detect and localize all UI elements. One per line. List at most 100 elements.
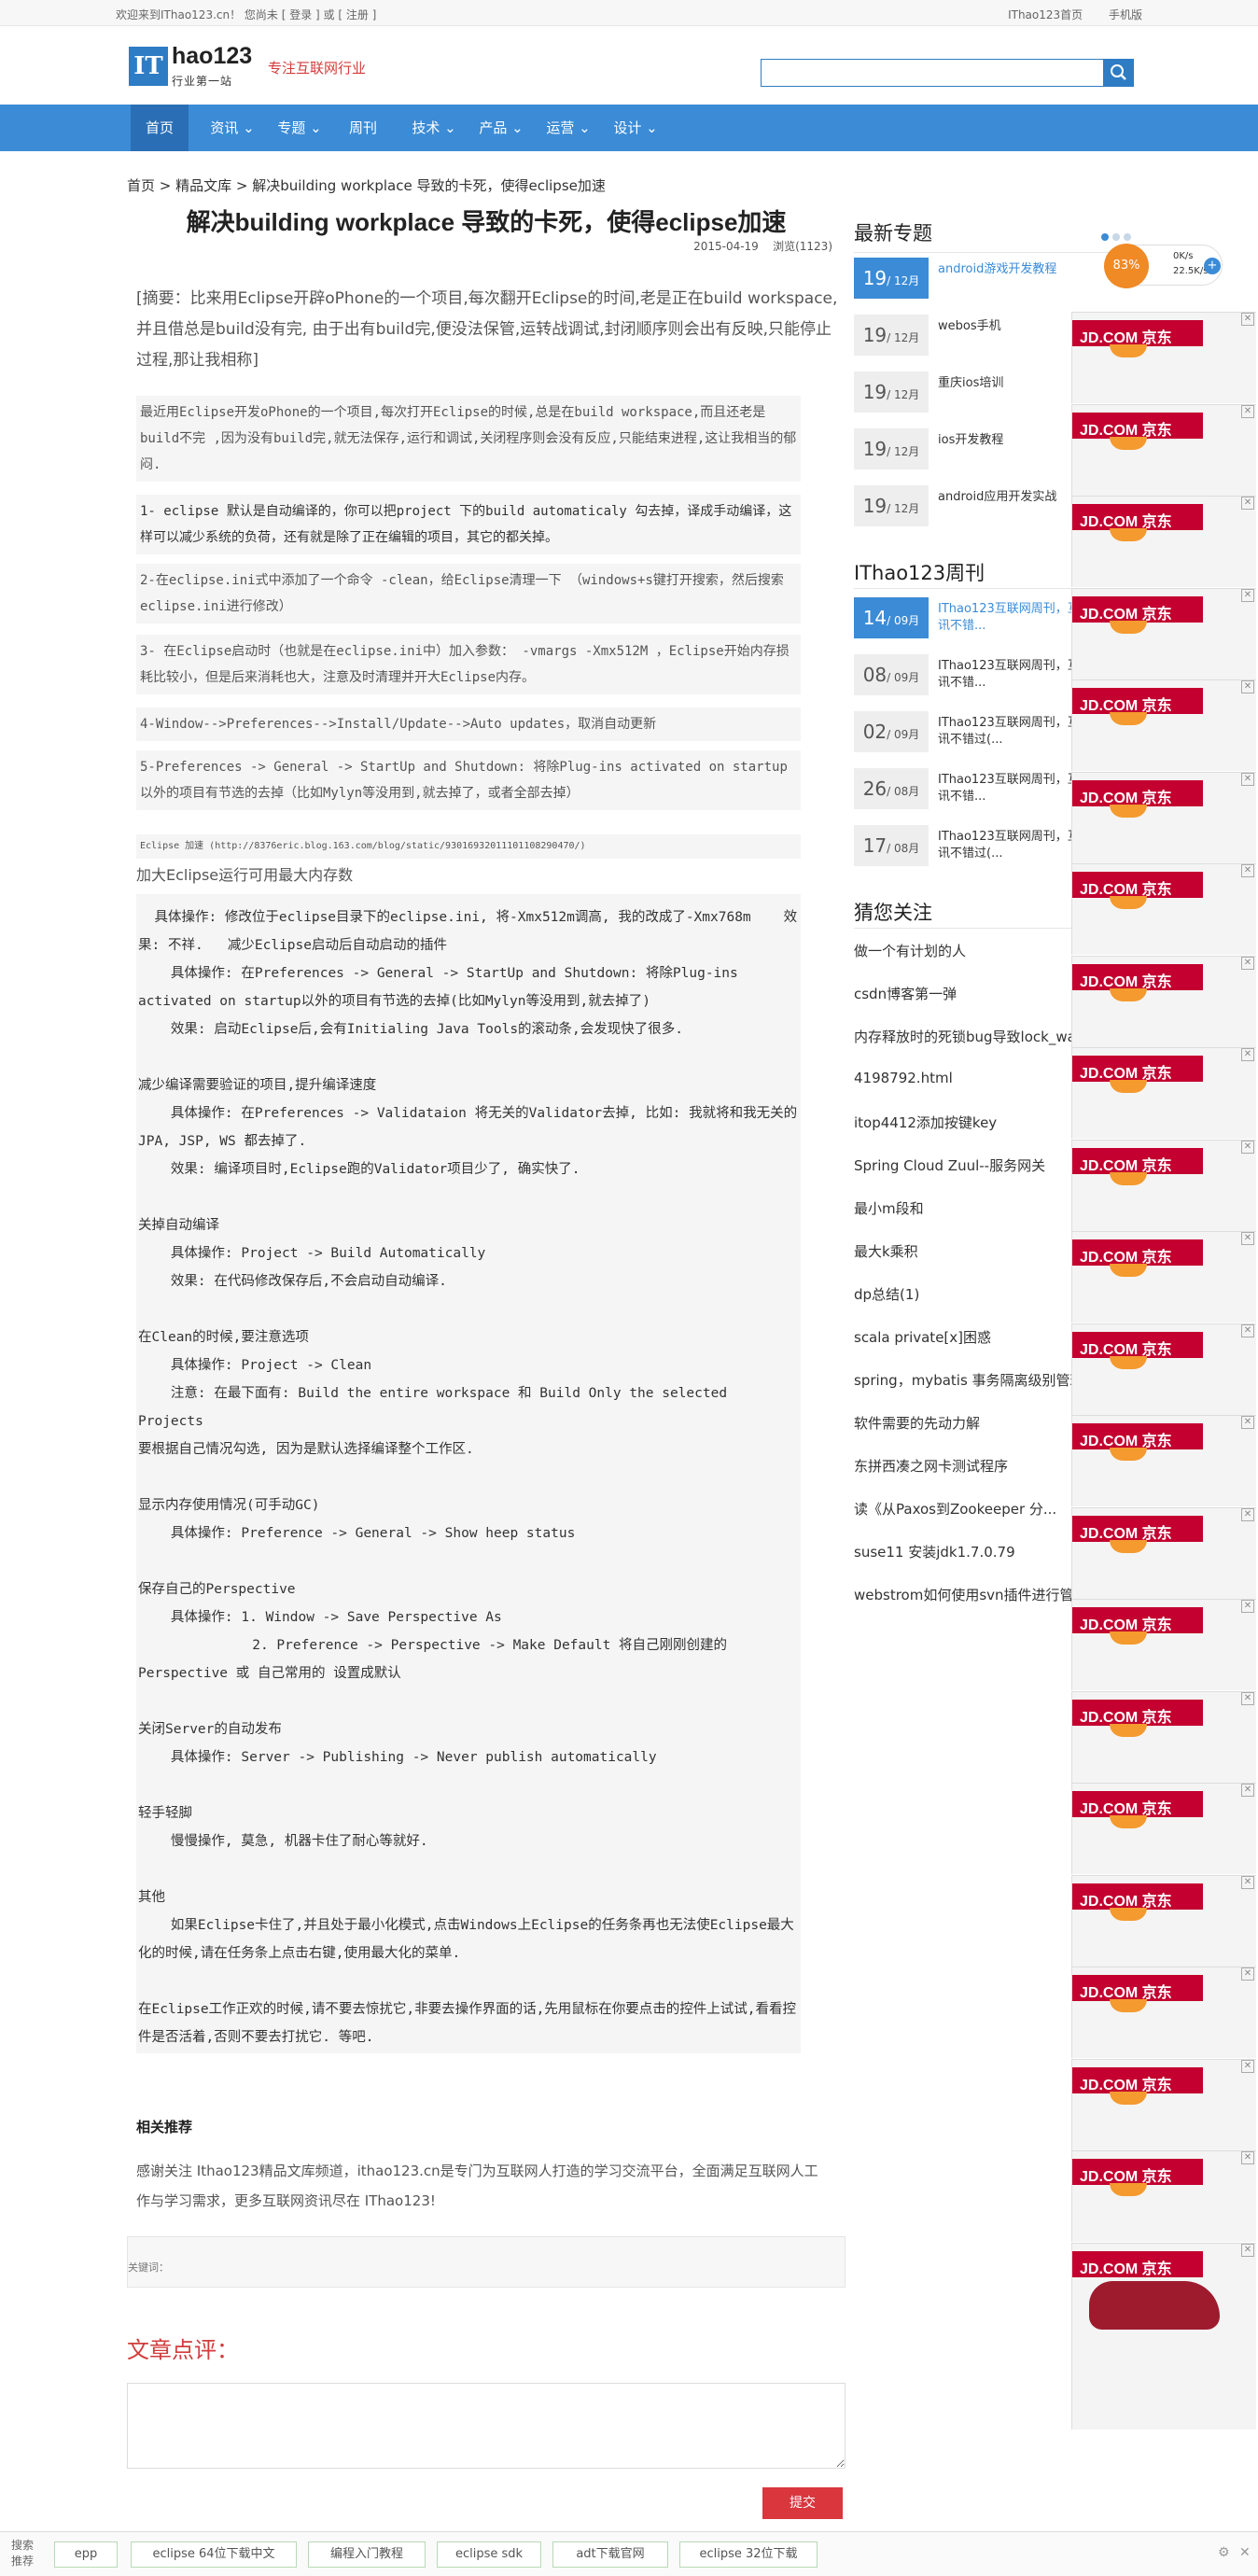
keywords-box: 关键词： [127,2236,846,2288]
jd-ad[interactable]: JD.COM 京东 ✕ [1071,588,1256,679]
comment-input[interactable] [127,2383,846,2469]
breadcrumb[interactable]: 首页 > 精品文库 > 解决building workplace 导致的卡死，使… [127,175,606,195]
mobile-link[interactable]: 手机版 [1109,8,1142,21]
jd-ad[interactable]: JD.COM 京东 ✕ [1071,1967,1256,2058]
source-link[interactable]: Eclipse 加速 (http://8376eric.blog.163.com… [136,834,801,859]
nav-product[interactable]: 产品 ⌄ [472,105,530,151]
jd-ad[interactable]: JD.COM 京东 ✕ [1071,2059,1256,2150]
logo-mark[interactable]: IT [129,47,168,86]
submit-button[interactable]: 提交 [762,2487,843,2519]
jd-ad[interactable]: JD.COM 京东 ✕ [1071,1691,1256,1783]
nav-home[interactable]: 首页 [131,105,189,151]
jd-ad[interactable]: JD.COM 京东 ✕ [1071,1140,1256,1231]
paragraph-6: 5-Preferences -> General -> StartUp and … [136,750,801,810]
jd-ad[interactable]: JD.COM 京东 ✕ [1071,956,1256,1047]
jd-logo: JD.COM 京东 [1072,1700,1203,1726]
chevron-down-icon: ⌄ [511,119,524,136]
recommend-tag[interactable]: epp [54,2541,118,2568]
close-icon[interactable]: ✕ [1241,405,1254,418]
welcome-text[interactable]: 欢迎来到IThao123.cn！ 您尚未 [ 登录 ] 或 [ 注册 ] [116,7,376,22]
close-icon[interactable]: ✕ [1241,2244,1254,2257]
chevron-down-icon: ⌄ [444,119,456,136]
nav-news[interactable]: 资讯 ⌄ [203,105,261,151]
jd-ad[interactable]: JD.COM 京东 ✕ [1071,1231,1256,1323]
shoe-image [1110,528,1147,541]
article-summary: [摘要：比来用Eclipse开辟oPhone的一个项目,每次翻开Eclipse的… [136,289,838,370]
nav-tech[interactable]: 技术 ⌄ [405,105,463,151]
jd-ad[interactable]: JD.COM 京东 ✕ [1071,1783,1256,1874]
shoe-image [1110,621,1147,634]
close-icon[interactable]: ✕ [1241,680,1254,693]
shoe-image [1110,1908,1147,1921]
search-input[interactable] [761,59,1104,87]
search-recommend-bar: 搜索推荐 epp eclipse 64位下载中文 编程入门教程 eclipse … [0,2531,1258,2576]
shoe-image [1110,1080,1147,1093]
jd-ad[interactable]: JD.COM 京东 ✕ [1071,2243,1256,2429]
jd-ad[interactable]: JD.COM 京东 ✕ [1071,679,1256,771]
close-icon[interactable]: ✕ [1241,1784,1254,1797]
jd-logo: JD.COM 京东 [1072,1607,1203,1633]
jd-logo: JD.COM 京东 [1072,1239,1203,1266]
close-icon[interactable]: ✕ [1241,1692,1254,1705]
shoe-image [1110,712,1147,725]
shoe-image [1110,988,1147,1001]
close-icon[interactable]: ✕ [1239,2545,1251,2560]
recommend-tag[interactable]: eclipse 32位下载 [679,2541,818,2568]
topic-item[interactable]: 19/ 12月 android游戏开发教程 [854,258,1125,299]
home-link[interactable]: IThao123首页 [1008,8,1083,21]
close-icon[interactable]: ✕ [1241,2151,1254,2164]
close-icon[interactable]: ✕ [1241,1416,1254,1429]
shoe-image [1110,1724,1147,1737]
jd-ad[interactable]: JD.COM 京东 ✕ [1071,404,1256,496]
jd-ad[interactable]: JD.COM 京东 ✕ [1071,772,1256,863]
jd-ad[interactable]: JD.COM 京东 ✕ [1071,496,1256,587]
jd-ad[interactable]: JD.COM 京东 ✕ [1071,1323,1256,1415]
close-icon[interactable]: ✕ [1241,1508,1254,1521]
close-icon[interactable]: ✕ [1241,1232,1254,1245]
search-button[interactable] [1104,59,1134,87]
nav-design[interactable]: 设计 ⌄ [607,105,664,151]
article-body: 具体操作: 修改位于eclipse目录下的eclipse.ini, 将-Xmx5… [136,894,801,2053]
jd-ad[interactable]: JD.COM 京东 ✕ [1071,1415,1256,1506]
site-header: IT hao123 行业第一站 专注互联网行业 [0,26,1258,105]
close-icon[interactable]: ✕ [1241,313,1254,326]
recommend-tag[interactable]: eclipse sdk [437,2541,541,2568]
jd-ad[interactable]: JD.COM 京东 ✕ [1071,1047,1256,1139]
carousel-dots[interactable] [1101,230,1135,245]
close-icon[interactable]: ✕ [1241,957,1254,970]
jd-logo: JD.COM 京东 [1072,964,1203,990]
recommend-tag[interactable]: eclipse 64位下载中文 [131,2541,297,2568]
close-icon[interactable]: ✕ [1241,1876,1254,1889]
close-icon[interactable]: ✕ [1241,1600,1254,1613]
close-icon[interactable]: ✕ [1241,773,1254,786]
jd-logo: JD.COM 京东 [1072,1975,1203,2001]
close-icon[interactable]: ✕ [1241,1324,1254,1337]
close-icon[interactable]: ✕ [1241,497,1254,510]
jd-ad[interactable]: JD.COM 京东 ✕ [1071,863,1256,955]
close-icon[interactable]: ✕ [1241,1967,1254,1981]
speed-widget[interactable]: 83% 0K/s 22.5K/s + [1104,244,1223,288]
jd-ad[interactable]: JD.COM 京东 ✕ [1071,1599,1256,1690]
close-icon[interactable]: ✕ [1241,1048,1254,1061]
nav-weekly[interactable]: 周刊 [334,105,392,151]
close-icon[interactable]: ✕ [1241,864,1254,877]
jd-ad[interactable]: JD.COM 京东 ✕ [1071,2150,1256,2242]
nav-topics[interactable]: 专题 ⌄ [271,105,328,151]
paragraph-1: 最近用Eclipse开发oPhone的一个项目,每次打开Eclipse的时候,总… [136,396,801,482]
recommend-tag[interactable]: 编程入门教程 [308,2541,426,2568]
close-icon[interactable]: ✕ [1241,2060,1254,2073]
nav-operation[interactable]: 运营 ⌄ [539,105,597,151]
plus-icon[interactable]: + [1204,258,1221,274]
settings-icon[interactable]: ⚙ [1218,2545,1230,2560]
close-icon[interactable]: ✕ [1241,589,1254,602]
jd-ad[interactable]: JD.COM 京东 ✕ [1071,1507,1256,1599]
jd-ad[interactable]: JD.COM 京东 ✕ [1071,312,1256,403]
jd-ad[interactable]: JD.COM 京东 ✕ [1071,1875,1256,1967]
jd-logo: JD.COM 京东 [1072,2251,1203,2277]
top-bar: 欢迎来到IThao123.cn！ 您尚未 [ 登录 ] 或 [ 注册 ] ITh… [0,0,1258,26]
close-icon[interactable]: ✕ [1241,1141,1254,1154]
bar-label: 搜索推荐 [11,2539,35,2568]
logo-name[interactable]: hao123 [172,43,252,70]
jd-logo: JD.COM 京东 [1072,504,1203,530]
recommend-tag[interactable]: adt下载官网 [552,2541,668,2568]
